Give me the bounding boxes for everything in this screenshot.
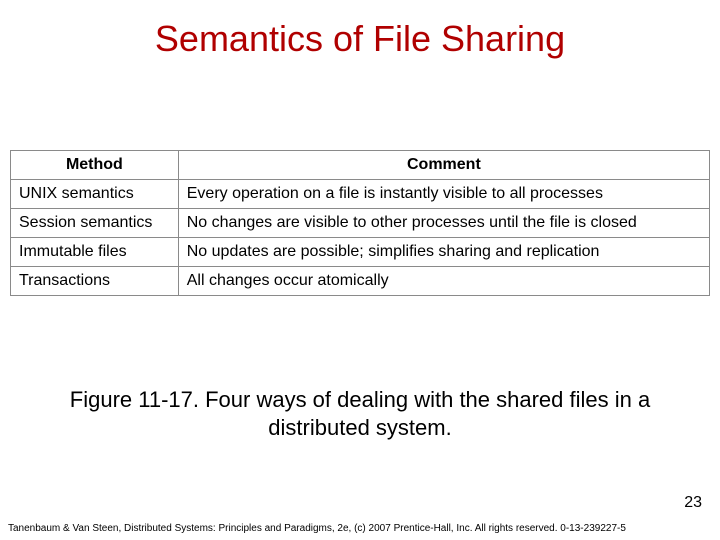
page-number: 23 [684, 494, 702, 512]
cell-method: UNIX semantics [11, 180, 179, 209]
cell-comment: Every operation on a file is instantly v… [178, 180, 709, 209]
footer-text: Tanenbaum & Van Steen, Distributed Syste… [8, 523, 626, 534]
figure-caption: Figure 11-17. Four ways of dealing with … [0, 386, 720, 441]
table-row: Session semantics No changes are visible… [11, 209, 710, 238]
table-row: UNIX semantics Every operation on a file… [11, 180, 710, 209]
table-row: Transactions All changes occur atomicall… [11, 267, 710, 296]
col-header-comment: Comment [178, 151, 709, 180]
cell-comment: No updates are possible; simplifies shar… [178, 238, 709, 267]
cell-method: Session semantics [11, 209, 179, 238]
cell-comment: All changes occur atomically [178, 267, 709, 296]
cell-comment: No changes are visible to other processe… [178, 209, 709, 238]
table-header-row: Method Comment [11, 151, 710, 180]
table-container: Method Comment UNIX semantics Every oper… [10, 150, 710, 296]
cell-method: Immutable files [11, 238, 179, 267]
table-row: Immutable files No updates are possible;… [11, 238, 710, 267]
slide: Semantics of File Sharing Method Comment… [0, 0, 720, 540]
cell-method: Transactions [11, 267, 179, 296]
methods-table: Method Comment UNIX semantics Every oper… [10, 150, 710, 296]
col-header-method: Method [11, 151, 179, 180]
page-title: Semantics of File Sharing [0, 0, 720, 60]
